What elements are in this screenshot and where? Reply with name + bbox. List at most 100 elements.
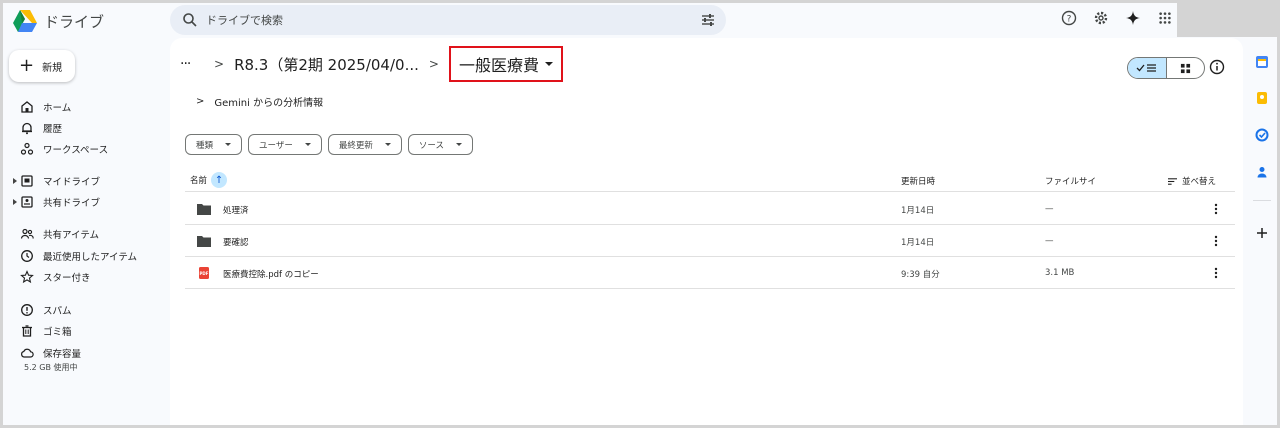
folder-icon bbox=[197, 236, 211, 247]
file-size: 3.1 MB bbox=[1045, 268, 1075, 278]
sidebar-item-storage[interactable]: 保存容量 bbox=[3, 343, 171, 363]
size-column-header[interactable]: ファイルサイ bbox=[1045, 175, 1096, 187]
search-icon[interactable] bbox=[182, 12, 198, 28]
search-bar[interactable] bbox=[170, 5, 726, 35]
filter-source[interactable]: ソース bbox=[407, 134, 473, 155]
window-edge bbox=[1177, 3, 1277, 37]
filter-chips: 種類 ユーザー 最終更新 ソース bbox=[185, 134, 473, 155]
sidebar-item-activity[interactable]: 履歴 bbox=[3, 118, 171, 138]
more-vert-icon[interactable] bbox=[1210, 234, 1222, 248]
keep-icon[interactable] bbox=[1255, 91, 1269, 105]
modified-column-header[interactable]: 更新日時 bbox=[901, 175, 935, 187]
sidebar-item-spam[interactable]: スパム bbox=[3, 300, 171, 320]
expand-caret-icon[interactable] bbox=[13, 178, 17, 184]
clock-icon bbox=[21, 250, 33, 262]
svg-text:?: ? bbox=[1067, 15, 1072, 25]
sidebar-item-workspaces[interactable]: ワークスペース bbox=[3, 139, 171, 159]
contacts-icon[interactable] bbox=[1255, 165, 1269, 179]
spam-icon bbox=[21, 304, 33, 316]
table-row[interactable]: PDF 医療費控除.pdf のコピー 9:39 自分 3.1 MB bbox=[185, 257, 1235, 289]
dropdown-arrow-icon bbox=[455, 143, 462, 146]
help-icon[interactable]: ? bbox=[1059, 8, 1079, 28]
storage-usage-text: 5.2 GB 使用中 bbox=[24, 363, 78, 372]
add-addon-plus-icon[interactable] bbox=[1255, 226, 1269, 240]
file-name: 医療費控除.pdf のコピー bbox=[223, 270, 319, 280]
drive-logo[interactable]: ドライブ bbox=[12, 7, 104, 35]
svg-text:PDF: PDF bbox=[200, 271, 209, 276]
bell-icon bbox=[22, 122, 32, 135]
new-button-label: 新規 bbox=[42, 62, 63, 74]
new-button[interactable]: + 新規 bbox=[9, 50, 75, 82]
filter-people[interactable]: ユーザー bbox=[248, 134, 322, 155]
list-view-button[interactable] bbox=[1128, 58, 1167, 78]
check-list-icon bbox=[1136, 64, 1156, 72]
sidebar-item-shared-drives[interactable]: 共有ドライブ bbox=[3, 192, 171, 212]
drive-logo-icon bbox=[13, 10, 37, 32]
rail-divider bbox=[1253, 200, 1271, 201]
more-vert-icon[interactable] bbox=[1210, 202, 1222, 216]
people-icon bbox=[20, 228, 34, 239]
side-panel-rail bbox=[1247, 38, 1277, 425]
drive-window: ドライブ ? bbox=[3, 3, 1277, 425]
file-name: 処理済 bbox=[223, 206, 249, 216]
breadcrumb-overflow-button[interactable]: ··· bbox=[180, 56, 204, 72]
current-folder-name: 一般医療費 bbox=[458, 56, 539, 75]
header-actions: ? bbox=[1059, 8, 1175, 28]
more-vert-icon[interactable] bbox=[1210, 266, 1222, 280]
gemini-sparkle-icon[interactable] bbox=[1123, 8, 1143, 28]
breadcrumb-current-folder-button[interactable]: 一般医療費 bbox=[448, 46, 563, 82]
dropdown-arrow-icon bbox=[304, 143, 311, 146]
app-title: ドライブ bbox=[44, 12, 105, 31]
chevron-right-icon: > bbox=[196, 96, 205, 107]
star-icon bbox=[20, 270, 34, 284]
expand-caret-icon[interactable] bbox=[13, 199, 17, 205]
file-modified: 1月14日 bbox=[901, 238, 935, 248]
tasks-icon[interactable] bbox=[1255, 128, 1269, 142]
sidebar-item-trash[interactable]: ゴミ箱 bbox=[3, 321, 171, 341]
file-name: 要確認 bbox=[223, 238, 249, 248]
home-icon bbox=[21, 101, 33, 113]
cloud-icon bbox=[21, 348, 34, 358]
search-options-icon[interactable] bbox=[700, 12, 716, 28]
pdf-icon: PDF bbox=[199, 267, 209, 279]
info-icon[interactable] bbox=[1208, 58, 1226, 76]
name-column-header[interactable]: 名前 ↑ bbox=[190, 172, 228, 188]
table-row[interactable]: 処理済 1月14日 — bbox=[185, 193, 1235, 225]
filter-type[interactable]: 種類 bbox=[185, 134, 243, 155]
sidebar-item-starred[interactable]: スター付き bbox=[3, 267, 171, 287]
sort-ascending-icon[interactable]: ↑ bbox=[211, 172, 228, 188]
dropdown-arrow-icon bbox=[544, 62, 553, 66]
apps-grid-icon[interactable] bbox=[1155, 8, 1175, 28]
grid-view-button[interactable] bbox=[1167, 58, 1205, 78]
sort-icon bbox=[1168, 177, 1177, 185]
breadcrumb-parent-folder[interactable]: R8.3（第2期 2025/04/0... bbox=[234, 54, 419, 75]
dropdown-arrow-icon bbox=[384, 143, 391, 146]
settings-gear-icon[interactable] bbox=[1091, 8, 1111, 28]
file-size: — bbox=[1045, 204, 1054, 214]
main-panel: ··· > R8.3（第2期 2025/04/0... > 一般医療費 > Ge… bbox=[170, 38, 1243, 425]
workspace-icon bbox=[20, 142, 34, 155]
chevron-right-icon: > bbox=[214, 57, 225, 71]
calendar-icon[interactable] bbox=[1255, 55, 1269, 69]
search-input[interactable] bbox=[206, 10, 666, 30]
filter-modified[interactable]: 最終更新 bbox=[327, 134, 402, 155]
sidebar-item-recent[interactable]: 最近使用したアイテム bbox=[3, 246, 171, 266]
sort-options-button[interactable]: 並べ替え bbox=[1167, 175, 1216, 187]
table-row[interactable]: 要確認 1月14日 — bbox=[185, 225, 1235, 257]
gemini-insights-label: Gemini からの分析情報 bbox=[214, 98, 324, 109]
sidebar-item-my-drive[interactable]: マイドライブ bbox=[3, 171, 171, 191]
view-toggle bbox=[1127, 57, 1205, 79]
file-size: — bbox=[1045, 236, 1054, 246]
trash-icon bbox=[22, 325, 32, 337]
gemini-insights-toggle[interactable]: > Gemini からの分析情報 bbox=[196, 94, 323, 109]
sidebar-item-shared-with-me[interactable]: 共有アイテム bbox=[3, 224, 171, 244]
shared-drive-icon bbox=[21, 196, 33, 208]
dropdown-arrow-icon bbox=[225, 143, 232, 146]
file-modified: 1月14日 bbox=[901, 206, 935, 216]
breadcrumb: ··· > R8.3（第2期 2025/04/0... > 一般医療費 bbox=[180, 46, 563, 82]
chevron-right-icon: > bbox=[428, 57, 439, 71]
folder-icon bbox=[197, 204, 211, 215]
file-table-header: 名前 ↑ 更新日時 ファイルサイ 並べ替え bbox=[185, 166, 1235, 192]
plus-icon: + bbox=[19, 55, 35, 76]
sidebar-item-home[interactable]: ホーム bbox=[3, 97, 171, 117]
